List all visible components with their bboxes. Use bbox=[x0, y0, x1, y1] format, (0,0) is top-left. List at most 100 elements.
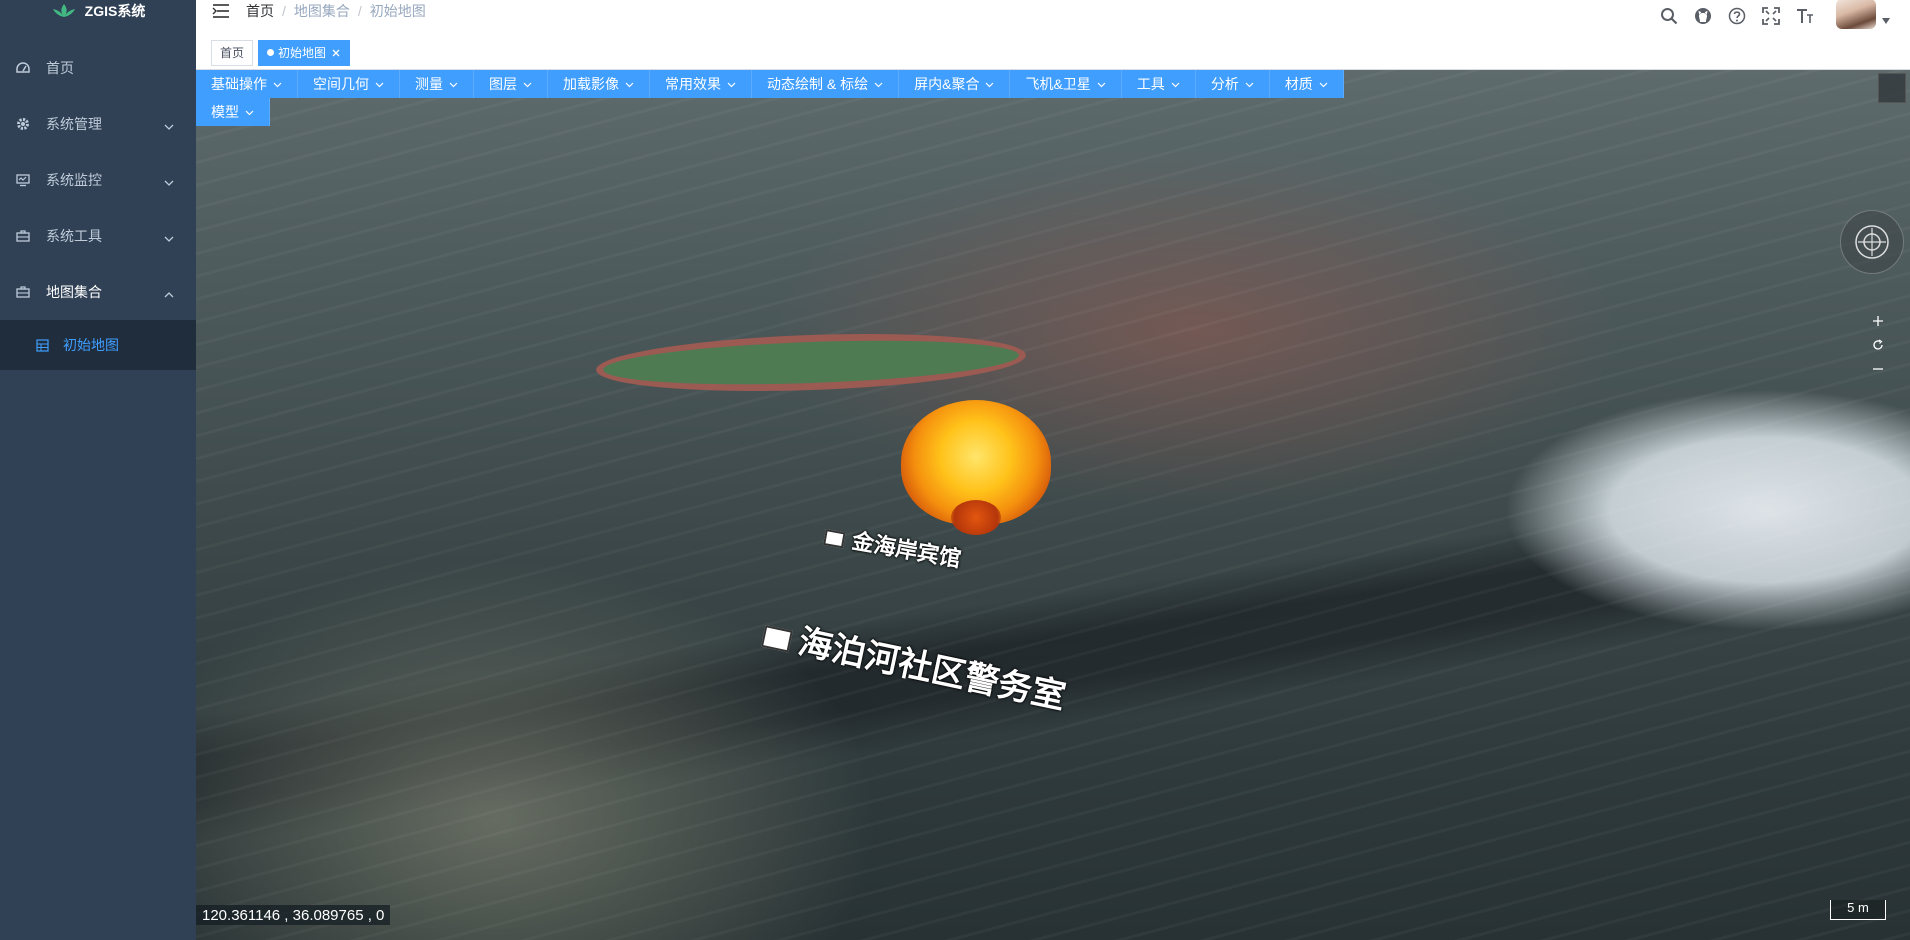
chevron-down-icon bbox=[273, 80, 282, 89]
toolbar-model[interactable]: 模型 bbox=[196, 98, 270, 126]
chevron-down-icon bbox=[727, 80, 736, 89]
chevron-down-icon bbox=[375, 80, 384, 89]
toolbar-screen-cluster[interactable]: 屏内&聚合 bbox=[899, 70, 1011, 98]
sidebar-item-label: 系统工具 bbox=[46, 228, 102, 244]
coordinate-readout: 120.361146 , 36.089765 , 0 bbox=[196, 905, 391, 925]
grid-icon bbox=[36, 338, 49, 352]
chevron-down-icon bbox=[1097, 80, 1106, 89]
zoom-control bbox=[1870, 314, 1886, 376]
sidebar-item-label: 地图集合 bbox=[46, 284, 102, 300]
question-icon[interactable] bbox=[1727, 6, 1747, 26]
chevron-down-icon bbox=[1245, 80, 1254, 89]
chevron-down-icon bbox=[1319, 80, 1328, 89]
chevron-down-icon bbox=[164, 231, 174, 242]
tags-view: 首页 初始地图 bbox=[196, 36, 1910, 70]
toolbar-tools[interactable]: 工具 bbox=[1121, 70, 1196, 98]
chevron-down-icon bbox=[164, 175, 174, 186]
toolbar-label: 屏内&聚合 bbox=[914, 76, 980, 92]
chevron-up-icon bbox=[164, 287, 174, 298]
breadcrumb-separator: / bbox=[357, 3, 362, 19]
toolbar-label: 图层 bbox=[489, 76, 517, 92]
toolbar-label: 空间几何 bbox=[313, 76, 369, 92]
toolbox-icon bbox=[16, 229, 30, 243]
chevron-down-icon bbox=[874, 80, 883, 89]
chevron-down-icon bbox=[164, 119, 174, 130]
toolbar-label: 加载影像 bbox=[563, 76, 619, 92]
chevron-down-icon bbox=[245, 108, 254, 117]
map-viewport[interactable]: 金海岸宾馆 海泊河社区警务室 bbox=[196, 70, 1910, 940]
fire-effect-base bbox=[951, 500, 1001, 535]
chevron-down-icon bbox=[985, 80, 994, 89]
toolbar-aircraft-satellite[interactable]: 飞机&卫星 bbox=[1010, 70, 1122, 98]
chevron-down-icon bbox=[1171, 80, 1180, 89]
tag-home[interactable]: 首页 bbox=[211, 39, 254, 66]
avatar[interactable] bbox=[1836, 0, 1876, 29]
toolbar-label: 分析 bbox=[1210, 76, 1239, 92]
caret-down-icon[interactable] bbox=[1882, 18, 1892, 28]
font-size-icon[interactable] bbox=[1795, 6, 1815, 26]
layer-switcher-button[interactable] bbox=[1878, 73, 1906, 103]
monitor-icon bbox=[16, 173, 30, 187]
zoom-in-icon[interactable] bbox=[1871, 314, 1885, 328]
chevron-down-icon bbox=[625, 80, 634, 89]
toolbar-common-effects[interactable]: 常用效果 bbox=[650, 70, 752, 98]
sidebar-item-system-tools[interactable]: 系统工具 bbox=[0, 208, 196, 264]
sidebar-item-label: 系统监控 bbox=[46, 172, 102, 188]
tag-initial-map[interactable]: 初始地图 bbox=[258, 39, 351, 66]
gear-icon bbox=[16, 117, 30, 131]
toolbar-label: 基础操作 bbox=[211, 76, 267, 92]
toolbar-label: 测量 bbox=[415, 76, 443, 92]
toolbar-measure[interactable]: 测量 bbox=[400, 70, 474, 98]
hamburger-icon[interactable] bbox=[212, 2, 232, 20]
sidebar-item-label: 系统管理 bbox=[46, 116, 102, 132]
toolbar-label: 动态绘制 & 标绘 bbox=[767, 76, 869, 92]
sidebar-item-system-monitor[interactable]: 系统监控 bbox=[0, 152, 196, 208]
breadcrumb: 首页 / 地图集合 / 初始地图 bbox=[246, 1, 426, 21]
navigation-compass[interactable] bbox=[1840, 210, 1904, 274]
toolbar-label: 工具 bbox=[1136, 76, 1165, 92]
toolbar-basic-ops[interactable]: 基础操作 bbox=[196, 70, 298, 98]
active-dot-icon bbox=[267, 49, 275, 56]
tag-label: 首页 bbox=[220, 46, 245, 60]
sidebar-item-home[interactable]: 首页 bbox=[0, 40, 196, 96]
toolbar-label: 飞机&卫星 bbox=[1025, 76, 1091, 92]
search-icon[interactable] bbox=[1659, 6, 1679, 26]
toolbar-spatial-geometry[interactable]: 空间几何 bbox=[298, 70, 400, 98]
close-icon[interactable] bbox=[331, 48, 341, 58]
map-texture bbox=[196, 70, 1910, 940]
dashboard-icon bbox=[16, 61, 30, 75]
sidebar-subitem-initial-map[interactable]: 初始地图 bbox=[0, 320, 196, 370]
scale-bar: 5 m bbox=[1830, 900, 1886, 920]
sidebar-item-label: 首页 bbox=[46, 60, 74, 76]
toolbar-layers[interactable]: 图层 bbox=[474, 70, 548, 98]
chevron-down-icon bbox=[523, 80, 532, 89]
map-toolbar: 基础操作 空间几何 测量 图层 加载影像 常用效果 动态绘制 & 标绘 屏内&聚… bbox=[196, 70, 1416, 126]
compass-icon bbox=[1855, 225, 1889, 259]
toolbar-dynamic-draw[interactable]: 动态绘制 & 标绘 bbox=[752, 70, 900, 98]
navbar: 首页 / 地图集合 / 初始地图 bbox=[196, 0, 1910, 29]
toolbar-material[interactable]: 材质 bbox=[1269, 70, 1344, 98]
lotus-logo-icon bbox=[52, 4, 75, 17]
logo: ZGIS系统 bbox=[0, 0, 196, 22]
hotel-poi-icon bbox=[823, 529, 846, 549]
toolbox-icon bbox=[16, 285, 30, 299]
sidebar-item-system-management[interactable]: 系统管理 bbox=[0, 96, 196, 152]
breadcrumb-item[interactable]: 地图集合 bbox=[294, 1, 350, 21]
toolbar-load-imagery[interactable]: 加载影像 bbox=[548, 70, 650, 98]
breadcrumb-item: 初始地图 bbox=[369, 3, 426, 19]
reset-view-icon[interactable] bbox=[1871, 338, 1885, 352]
sidebar: ZGIS系统 首页 系统管理 系统监控 系统工具 地图集合 初始地图 bbox=[0, 0, 196, 940]
toolbar-label: 常用效果 bbox=[665, 76, 721, 92]
navbar-right-menu bbox=[1652, 0, 1910, 32]
toolbar-analysis[interactable]: 分析 bbox=[1195, 70, 1270, 98]
police-poi-icon bbox=[760, 625, 793, 653]
fullscreen-icon[interactable] bbox=[1761, 6, 1781, 26]
zoom-out-icon[interactable] bbox=[1871, 362, 1885, 376]
sidebar-subitem-label: 初始地图 bbox=[63, 337, 119, 353]
breadcrumb-item[interactable]: 首页 bbox=[246, 1, 274, 21]
chevron-down-icon bbox=[449, 80, 458, 89]
breadcrumb-separator: / bbox=[282, 3, 286, 19]
app-title: ZGIS系统 bbox=[84, 3, 146, 19]
github-icon[interactable] bbox=[1693, 6, 1713, 26]
sidebar-item-map-collection[interactable]: 地图集合 bbox=[0, 264, 196, 320]
